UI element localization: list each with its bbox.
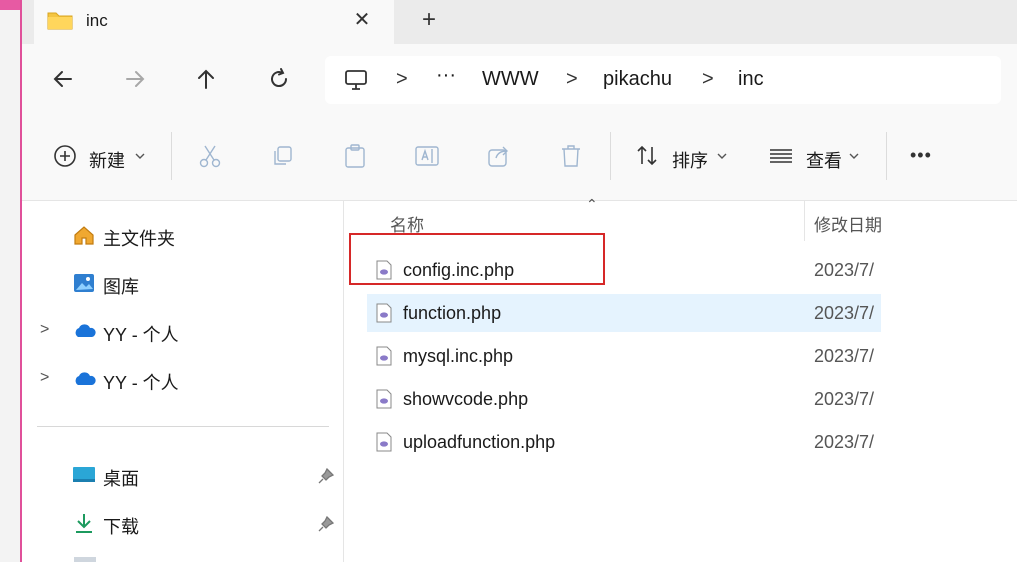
annotation-highlight-box — [349, 233, 605, 285]
breadcrumb-item-www[interactable]: WWW — [482, 68, 539, 91]
file-name[interactable]: function.php — [403, 303, 501, 324]
chevron-down-icon — [849, 153, 859, 159]
desktop-icon — [73, 467, 95, 482]
command-separator — [171, 132, 172, 180]
new-tab-button[interactable]: + — [416, 6, 442, 34]
sidebar-item-gallery[interactable]: 图库 — [103, 273, 139, 299]
chevron-down-icon — [717, 153, 727, 159]
folder-icon — [47, 12, 73, 30]
sort-ascending-indicator: ⌃ — [586, 196, 598, 212]
breadcrumb-separator[interactable]: > — [566, 68, 578, 91]
file-date: 2023/7/ — [814, 346, 875, 366]
sidebar-divider — [37, 426, 329, 427]
php-file-icon — [376, 346, 392, 366]
php-file-icon — [376, 303, 392, 323]
paste-icon[interactable] — [342, 143, 368, 169]
this-pc-icon[interactable] — [344, 68, 368, 92]
file-name[interactable]: uploadfunction.php — [403, 432, 555, 453]
cut-icon[interactable] — [197, 143, 223, 169]
breadcrumb-item-inc[interactable]: inc — [738, 68, 764, 91]
pin-icon[interactable] — [318, 468, 334, 484]
file-date: 2023/7/ — [814, 260, 875, 280]
tab-title: inc — [86, 11, 108, 30]
breadcrumb-ellipsis[interactable]: ··· — [436, 64, 456, 87]
column-separator[interactable] — [804, 201, 805, 241]
sidebar-item-home[interactable]: 主文件夹 — [103, 225, 175, 251]
command-separator — [610, 132, 611, 180]
download-icon — [76, 514, 92, 533]
cloud-icon — [75, 372, 96, 385]
command-separator — [886, 132, 887, 180]
navigation-pane — [22, 201, 344, 562]
background-window-edge — [0, 0, 21, 562]
sort-icon — [637, 145, 657, 166]
sidebar-item-partial — [74, 557, 96, 562]
cloud-icon — [75, 324, 96, 337]
breadcrumb-separator[interactable]: > — [702, 68, 714, 91]
plus-circle-icon — [54, 145, 76, 167]
view-button[interactable]: 查看 — [806, 147, 842, 173]
gallery-icon — [74, 274, 94, 292]
view-list-icon — [770, 149, 792, 163]
background-window-accent — [0, 0, 20, 10]
new-button[interactable]: 新建 — [89, 147, 125, 173]
sidebar-item-downloads[interactable]: 下载 — [103, 513, 139, 539]
php-file-icon — [376, 432, 392, 452]
expand-chevron-icon[interactable]: > — [40, 369, 49, 387]
more-options-button[interactable]: ••• — [910, 145, 932, 166]
up-button[interactable] — [189, 62, 223, 96]
arrow-left-icon — [53, 71, 72, 87]
rename-icon[interactable] — [414, 143, 440, 169]
file-name[interactable]: showvcode.php — [403, 389, 528, 410]
expand-chevron-icon[interactable]: > — [40, 321, 49, 339]
refresh-button[interactable] — [262, 62, 296, 96]
file-date: 2023/7/ — [814, 389, 875, 409]
file-name[interactable]: mysql.inc.php — [403, 346, 513, 367]
delete-icon[interactable] — [558, 143, 584, 169]
sort-button[interactable]: 排序 — [672, 147, 708, 173]
back-button[interactable] — [46, 62, 80, 96]
php-file-icon — [376, 389, 392, 409]
file-date: 2023/7/ — [814, 303, 875, 323]
arrow-up-icon — [198, 69, 214, 89]
tab-close-button[interactable]: ✕ — [350, 6, 374, 34]
copy-icon[interactable] — [270, 143, 296, 169]
sidebar-item-desktop[interactable]: 桌面 — [103, 465, 139, 491]
breadcrumb-separator[interactable]: > — [396, 68, 408, 91]
chevron-down-icon — [135, 153, 145, 159]
home-icon — [74, 226, 94, 245]
share-icon[interactable] — [486, 143, 512, 169]
pin-icon[interactable] — [318, 516, 334, 532]
arrow-right-icon — [126, 71, 145, 87]
column-header-date[interactable]: 修改日期 — [814, 211, 882, 236]
breadcrumb-item-pikachu[interactable]: pikachu — [603, 68, 672, 91]
forward-button[interactable] — [118, 62, 152, 96]
sidebar-item-onedrive[interactable]: YY - 个人 — [103, 321, 179, 347]
file-date: 2023/7/ — [814, 432, 875, 452]
sidebar-item-onedrive[interactable]: YY - 个人 — [103, 369, 179, 395]
refresh-icon — [271, 68, 288, 88]
details-area-blank — [882, 201, 1017, 562]
